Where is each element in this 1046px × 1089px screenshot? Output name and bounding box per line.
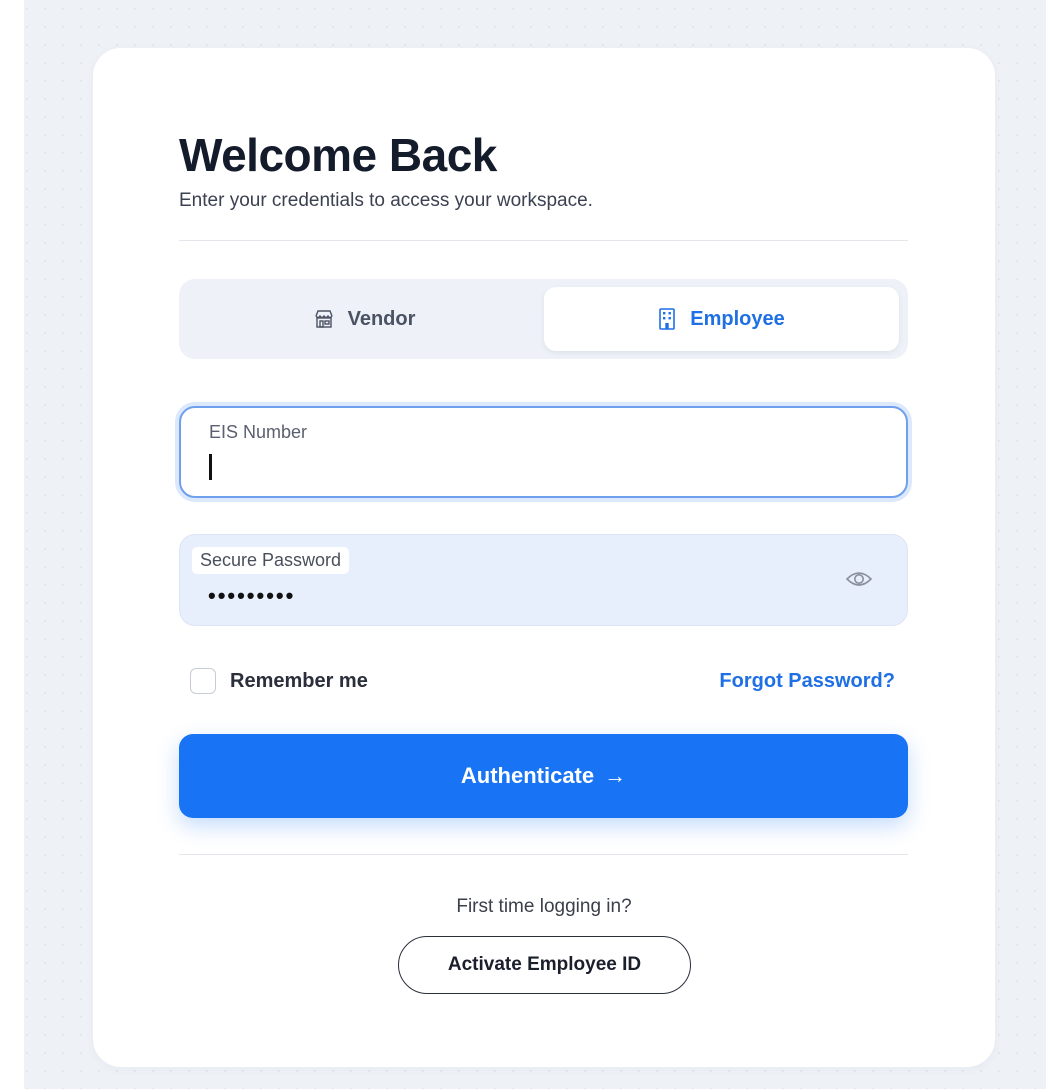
- building-icon: [658, 308, 676, 330]
- activate-employee-id-button[interactable]: Activate Employee ID: [398, 936, 691, 994]
- divider: [179, 854, 908, 855]
- eis-number-label: EIS Number: [209, 422, 308, 442]
- remember-me-label: Remember me: [230, 669, 368, 692]
- page-title: Welcome Back: [179, 129, 497, 181]
- employee-tab[interactable]: Employee: [544, 287, 899, 351]
- eye-icon[interactable]: [845, 569, 873, 594]
- authenticate-label: Authenticate: [460, 763, 595, 788]
- password-value: •••••••••: [208, 583, 296, 608]
- text-caret: [209, 454, 212, 480]
- remember-me-checkbox[interactable]: [190, 668, 216, 694]
- role-toggle: Vendor Employee: [179, 279, 908, 359]
- store-icon: [314, 309, 334, 329]
- vendor-tab-label: Vendor: [347, 307, 416, 330]
- arrow-right-icon: →: [604, 763, 627, 788]
- page-edge: [0, 0, 24, 1089]
- password-label: Secure Password: [192, 547, 350, 574]
- authenticate-button[interactable]: Authenticate →: [179, 734, 908, 818]
- eis-number-field[interactable]: EIS Number: [179, 406, 908, 498]
- remember-me[interactable]: Remember me: [190, 668, 368, 694]
- forgot-password-link[interactable]: Forgot Password?: [719, 668, 895, 694]
- employee-tab-label: Employee: [690, 307, 785, 330]
- first-time-prompt: First time logging in?: [456, 896, 632, 917]
- page-subtitle: Enter your credentials to access your wo…: [179, 190, 593, 211]
- vendor-tab[interactable]: Vendor: [187, 287, 542, 351]
- login-card: Welcome Back Enter your credentials to a…: [93, 48, 995, 1067]
- divider: [179, 240, 908, 241]
- password-field[interactable]: Secure Password •••••••••: [179, 534, 908, 626]
